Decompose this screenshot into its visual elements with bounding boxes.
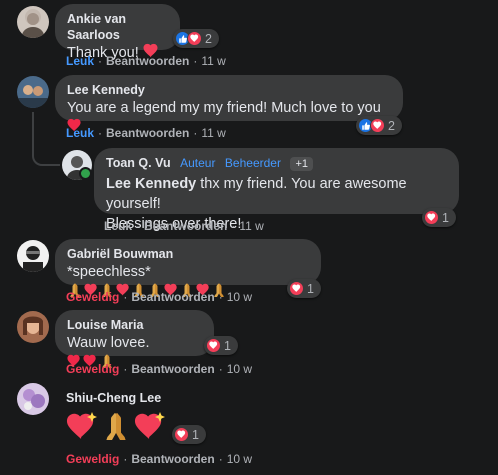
timestamp[interactable]: 11 w xyxy=(201,54,225,68)
reactions-summary[interactable]: 1 xyxy=(422,208,456,227)
avatar-shiu-cheng-lee[interactable] xyxy=(17,383,49,415)
reactions-summary[interactable]: 1 xyxy=(287,279,321,298)
love-button[interactable]: Geweldig xyxy=(66,290,119,304)
avatar-gabriel-bouwman[interactable] xyxy=(17,240,49,272)
comment-author[interactable]: Louise Maria xyxy=(67,317,202,333)
mention-link[interactable]: Lee Kennedy xyxy=(106,176,196,192)
comment-actions: Geweldig · Beantwoorden · 10 w xyxy=(66,290,253,304)
timestamp[interactable]: 10 w xyxy=(227,362,252,376)
comment-text: *speechless* xyxy=(67,264,151,280)
emoji-only-comment xyxy=(66,410,170,447)
reply-button[interactable]: Beantwoorden xyxy=(131,452,214,466)
reply-button[interactable]: Beantwoorden xyxy=(106,54,189,68)
more-badges[interactable]: +1 xyxy=(290,157,313,171)
comment-text: Wauw lovee. xyxy=(67,335,150,351)
timestamp[interactable]: 11 w xyxy=(201,126,225,140)
reactions-summary[interactable]: 1 xyxy=(172,425,206,444)
reaction-count: 1 xyxy=(224,338,231,353)
reaction-count: 1 xyxy=(442,210,449,225)
love-button[interactable]: Geweldig xyxy=(66,452,119,466)
comment-author[interactable]: Gabriël Bouwman xyxy=(67,246,309,262)
reactions-summary[interactable]: 2 xyxy=(173,29,219,48)
reply-author[interactable]: Toan Q. Vu xyxy=(106,156,171,170)
sparkling-heart-folded-hands-sparkling-heart-icon xyxy=(66,412,165,440)
comment-author[interactable]: Shiu-Cheng Lee xyxy=(66,390,161,406)
love-reaction-icon xyxy=(424,210,439,225)
love-reaction-icon xyxy=(174,427,189,442)
reply-text: Lee Kennedy thx my friend. You are aweso… xyxy=(106,174,447,214)
admin-badge: Beheerder xyxy=(224,156,281,170)
reply-button[interactable]: Beantwoorden xyxy=(131,362,214,376)
love-reaction-icon xyxy=(289,281,304,296)
comment-actions: Geweldig · Beantwoorden · 10 w xyxy=(66,362,253,376)
love-reaction-icon xyxy=(370,118,385,133)
reply-bubble: Toan Q. Vu Auteur Beheerder +1 Lee Kenne… xyxy=(94,148,459,232)
reaction-count: 1 xyxy=(192,427,199,442)
reactions-summary[interactable]: 1 xyxy=(204,336,238,355)
comment-text: You are a legend my my friend! Much love… xyxy=(67,100,381,116)
timestamp[interactable]: 11 w xyxy=(239,219,263,233)
comment-bubble: Lee Kennedy You are a legend my my frien… xyxy=(55,75,403,121)
reply-actions: Leuk · Beantwoorden · 11 w xyxy=(104,219,264,233)
reply-button[interactable]: Beantwoorden xyxy=(131,290,214,304)
reply-button[interactable]: Beantwoorden xyxy=(144,219,227,233)
avatar-lee-kennedy[interactable] xyxy=(17,76,49,108)
reaction-count: 2 xyxy=(205,31,212,46)
love-reaction-icon xyxy=(187,31,202,46)
comment-actions: Leuk · Beantwoorden · 11 w xyxy=(66,126,226,140)
love-button[interactable]: Geweldig xyxy=(66,362,119,376)
avatar-ankie[interactable] xyxy=(17,6,49,38)
reply-button[interactable]: Beantwoorden xyxy=(106,126,189,140)
reply-header: Toan Q. Vu Auteur Beheerder +1 xyxy=(106,155,447,172)
online-status-indicator xyxy=(79,167,92,180)
comment-bubble: Gabriël Bouwman *speechless* xyxy=(55,239,321,297)
timestamp[interactable]: 10 w xyxy=(227,290,252,304)
like-button[interactable]: Leuk xyxy=(104,219,132,233)
comment-actions: Leuk · Beantwoorden · 11 w xyxy=(66,54,226,68)
reaction-count: 2 xyxy=(388,118,395,133)
reactions-summary[interactable]: 2 xyxy=(356,116,402,135)
like-button[interactable]: Leuk xyxy=(66,126,94,140)
thread-connector xyxy=(32,112,60,166)
comment-bubble: Louise Maria Wauw lovee. xyxy=(55,310,214,368)
comment-bubble: Ankie van Saarloos Thank you! xyxy=(55,4,180,61)
reaction-count: 1 xyxy=(307,281,314,296)
comment-author[interactable]: Lee Kennedy xyxy=(67,82,391,98)
love-reaction-icon xyxy=(206,338,221,353)
comment-author[interactable]: Ankie van Saarloos xyxy=(67,11,168,43)
author-badge: Auteur xyxy=(180,156,216,170)
like-button[interactable]: Leuk xyxy=(66,54,94,68)
avatar-louise-maria[interactable] xyxy=(17,311,49,343)
comment-actions: Geweldig · Beantwoorden · 10 w xyxy=(66,452,253,466)
timestamp[interactable]: 10 w xyxy=(227,452,252,466)
